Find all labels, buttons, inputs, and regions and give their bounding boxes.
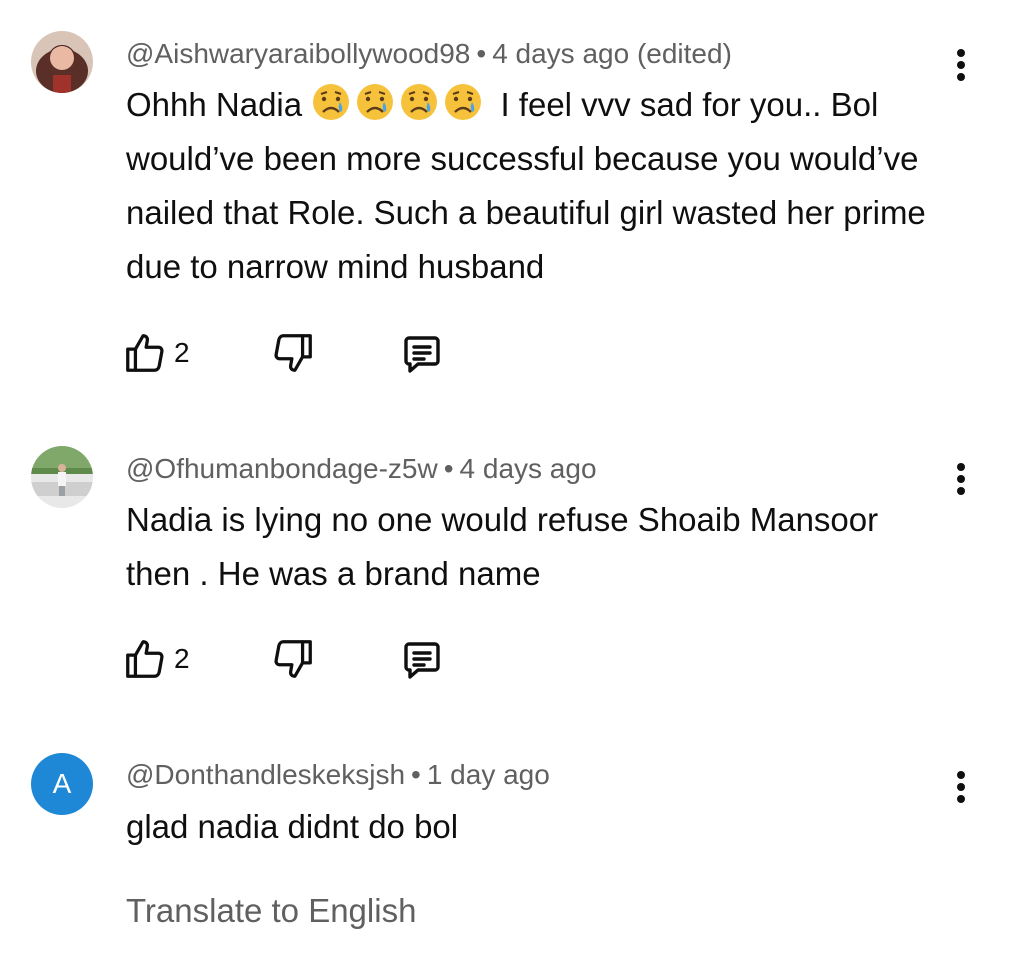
crying-face-emoji [445,84,482,120]
separator-dot: • [443,453,454,484]
like-button[interactable]: 2 [122,636,190,682]
avatar[interactable] [31,446,93,508]
like-count: 2 [174,643,190,674]
dislike-button[interactable] [270,330,316,376]
translate-button[interactable]: Translate to English [126,892,416,930]
comment-meta: @Donthandleskeksjsh • 1 day ago [126,759,550,791]
more-options-icon[interactable] [946,459,976,499]
crying-face-emoji [401,84,438,120]
reply-icon [404,336,440,373]
comment-text: Ohhh Nadia I feel vvv sad for you.. Bol … [126,78,956,294]
comment-time: 4 days ago (edited) [492,38,732,69]
avatar-letter: A [52,768,72,799]
comment-text: glad nadia didnt do bol [126,800,956,854]
author-handle[interactable]: @Donthandleskeksjsh [126,759,405,790]
like-icon [126,334,164,372]
author-handle[interactable]: @Ofhumanbondage-z5w [126,453,438,484]
reply-button[interactable] [398,636,446,684]
like-count: 2 [174,337,190,368]
crying-face-emoji [313,84,350,120]
comment-meta: @Ofhumanbondage-z5w • 4 days ago [126,453,597,485]
comment-text-content: glad nadia didnt do bol [126,808,459,845]
reply-icon [404,642,440,679]
comment-text: Nadia is lying no one would refuse Shoai… [126,493,886,601]
comment-text-content: Nadia is lying no one would refuse Shoai… [126,501,879,592]
dislike-icon [274,640,312,678]
emoji-group [311,82,483,122]
reply-button[interactable] [398,330,446,378]
avatar[interactable]: A [31,753,93,815]
separator-dot: • [476,38,487,69]
comment-meta: @Aishwaryaraibollywood98 • 4 days ago (edi… [126,38,732,70]
comment-time: 4 days ago [459,453,597,484]
dislike-icon [274,334,312,372]
like-icon [126,640,164,678]
separator-dot: • [411,759,421,790]
dislike-button[interactable] [270,636,316,682]
comment-time: 1 day ago [426,759,550,790]
crying-face-emoji [357,84,394,120]
author-handle[interactable]: @Aishwaryaraibollywood98 [126,38,470,69]
avatar[interactable] [31,31,93,93]
comment-text-start: Ohhh Nadia [126,86,303,123]
like-button[interactable]: 2 [122,330,190,376]
